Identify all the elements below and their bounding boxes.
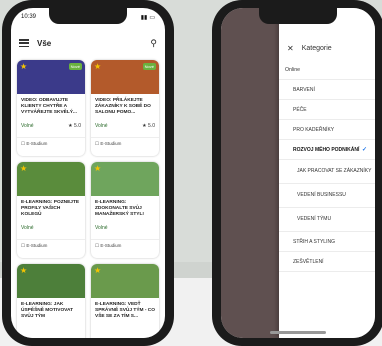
course-thumbnail: ★ Nové [17,60,85,94]
course-price: Volné [95,123,108,129]
phone-screen-right: ✕ Kategorie Online BARVENÍ PÉČE PRO KADEŘNÍ… [221,8,375,338]
category-label: ZEŠVĚTLENÍ [293,258,324,265]
course-card[interactable]: ★ Nové VIDEO: ODBAVUJTE KLIENTY CHYTŘE A… [17,60,85,156]
rating-value: 5.0 [74,123,81,129]
course-thumbnail: ★ [17,162,85,196]
category-label: ROZVOJ MÉHO PODNIKÁNÍ [293,146,360,153]
category-label: VEDENÍ BUSINESSU [297,192,346,198]
phone-screen-left: 10:39 ▮▮ ▭ Vše ⚲ ★ Nové VIDEO: ODBAVUJTE … [11,8,165,338]
course-meta: Volné ★ 5.0 [17,120,85,129]
category-item[interactable]: PÉČE [279,100,375,120]
category-label: PÉČE [293,106,307,113]
course-source-label: E-Studium [26,141,48,146]
course-card[interactable]: ★ E-LEARNING: POZNEJTE PROFILY VAŠICH KO… [17,162,85,258]
course-grid: ★ Nové VIDEO: ODBAVUJTE KLIENTY CHYTŘE A… [17,60,159,338]
checkbox-icon: ☐ [21,243,26,248]
course-price: Volné [21,123,34,129]
category-label: PRO KADEŘNÍKY [293,126,335,133]
course-meta: Volné [91,222,159,231]
course-rating: ★ 5.0 [68,123,81,129]
course-title: VIDEO: ODBAVUJTE KLIENTY CHYTŘE A VYTVÁŘ… [21,98,77,115]
category-label: BARVENÍ [293,86,315,93]
notch [259,8,337,24]
category-item[interactable]: VEDENÍ BUSINESSU [279,184,375,208]
course-source-label: E-Studium [100,243,122,248]
star-icon: ★ [20,62,28,71]
course-thumbnail: ★ Nové [91,60,159,94]
category-label: VEDENÍ TÝMU [297,216,332,222]
star-icon: ★ [94,62,102,71]
course-source: ☐ E-Studium [91,239,159,249]
course-card[interactable]: ★ E-LEARNING: ZDOKONALTE SVŮJ MANAŽERSKÝ… [91,162,159,258]
category-item[interactable]: ZEŠVĚTLENÍ [279,252,375,272]
course-title: E-LEARNING: JAK ÚSPĚŠNĚ MOTIVOVAT SVŮJ T… [21,302,74,319]
star-icon: ★ [94,266,102,275]
course-rating: ★ 5.0 [142,123,155,129]
signal-icon: ▮▮ [140,14,148,21]
battery-icon: ▭ [149,14,155,21]
phone-left: 10:39 ▮▮ ▭ Vše ⚲ ★ Nové VIDEO: ODBAVUJTE … [2,0,174,346]
category-item[interactable]: JAK PRACOVAT SE ZÁKAZNÍKY [279,160,375,184]
course-source: ☐ E-Studium [17,137,85,147]
checkbox-icon: ☐ [21,141,26,146]
course-title: E-LEARNING: VEDŤ SPRÁVNĚ SVŮJ TÝM - CO V… [95,302,155,319]
rating-star-icon: ★ [68,123,73,129]
category-item[interactable]: PRO KADEŘNÍKY [279,120,375,140]
course-price: Volné [21,225,34,231]
category-label: Online [285,66,300,73]
menu-icon[interactable] [19,39,29,47]
star-icon: ★ [94,164,102,173]
course-source: ☐ E-Studium [17,239,85,249]
category-item[interactable]: BARVENÍ [279,80,375,100]
new-badge: Nové [68,63,82,70]
course-source-label: E-Studium [26,243,48,248]
app-bar: Vše ⚲ [11,32,165,54]
course-meta [17,324,85,327]
new-badge: Nové [142,63,156,70]
course-title: E-LEARNING: ZDOKONALTE SVŮJ MANAŽERSKÝ S… [95,200,145,217]
course-meta: Volné ★ 5.0 [91,120,159,129]
close-icon[interactable]: ✕ [287,44,294,53]
category-item[interactable]: VEDENÍ TÝMU [279,208,375,232]
course-price: Volné [95,225,108,231]
course-card[interactable]: ★ E-LEARNING: VEDŤ SPRÁVNĚ SVŮJ TÝM - CO… [91,264,159,338]
checkbox-icon: ☐ [95,243,100,248]
course-title: E-LEARNING: POZNEJTE PROFILY VAŠICH KOLE… [21,200,80,217]
dimmed-background[interactable] [221,8,281,338]
rating-value: 5.0 [148,123,155,129]
check-icon: ✓ [361,147,367,153]
course-card[interactable]: ★ Nové VIDEO: PŘILÁKEJTE ZÁKAZNÍKY K SOB… [91,60,159,156]
phone-right: ✕ Kategorie Online BARVENÍ PÉČE PRO KADEŘNÍ… [212,0,382,346]
drawer-title: Kategorie [301,44,332,52]
star-icon: ★ [20,164,28,173]
star-icon: ★ [20,266,28,275]
course-card[interactable]: ★ E-LEARNING: JAK ÚSPĚŠNĚ MOTIVOVAT SVŮJ… [17,264,85,338]
category-list: Online BARVENÍ PÉČE PRO KADEŘNÍKY ROZVOJ MÉH… [279,60,375,272]
course-thumbnail: ★ [17,264,85,298]
course-meta [91,324,159,327]
category-drawer: ✕ Kategorie Online BARVENÍ PÉČE PRO KADEŘNÍ… [279,8,375,338]
notch [49,8,127,24]
category-label: STŘIH A STYLING [293,238,335,245]
home-indicator [270,331,326,334]
category-item[interactable]: ROZVOJ MÉHO PODNIKÁNÍ ✓ [279,140,375,160]
course-meta: Volné [17,222,85,231]
course-thumbnail: ★ [91,162,159,196]
status-icons: ▮▮ ▭ [141,14,155,21]
course-source-label: E-Studium [100,141,122,146]
category-item[interactable]: Online [279,60,375,80]
page-title: Vše [37,38,52,48]
course-thumbnail: ★ [91,264,159,298]
category-label: JAK PRACOVAT SE ZÁKAZNÍKY [297,168,372,174]
search-icon[interactable]: ⚲ [150,38,157,49]
course-source: ☐ E-Studium [91,137,159,147]
course-title: VIDEO: PŘILÁKEJTE ZÁKAZNÍKY K SOBĚ DO SA… [95,98,151,115]
category-item[interactable]: STŘIH A STYLING [279,232,375,252]
drawer-header: ✕ Kategorie [279,40,375,56]
rating-star-icon: ★ [142,123,147,129]
checkbox-icon: ☐ [95,141,100,146]
status-time: 10:39 [21,14,37,20]
